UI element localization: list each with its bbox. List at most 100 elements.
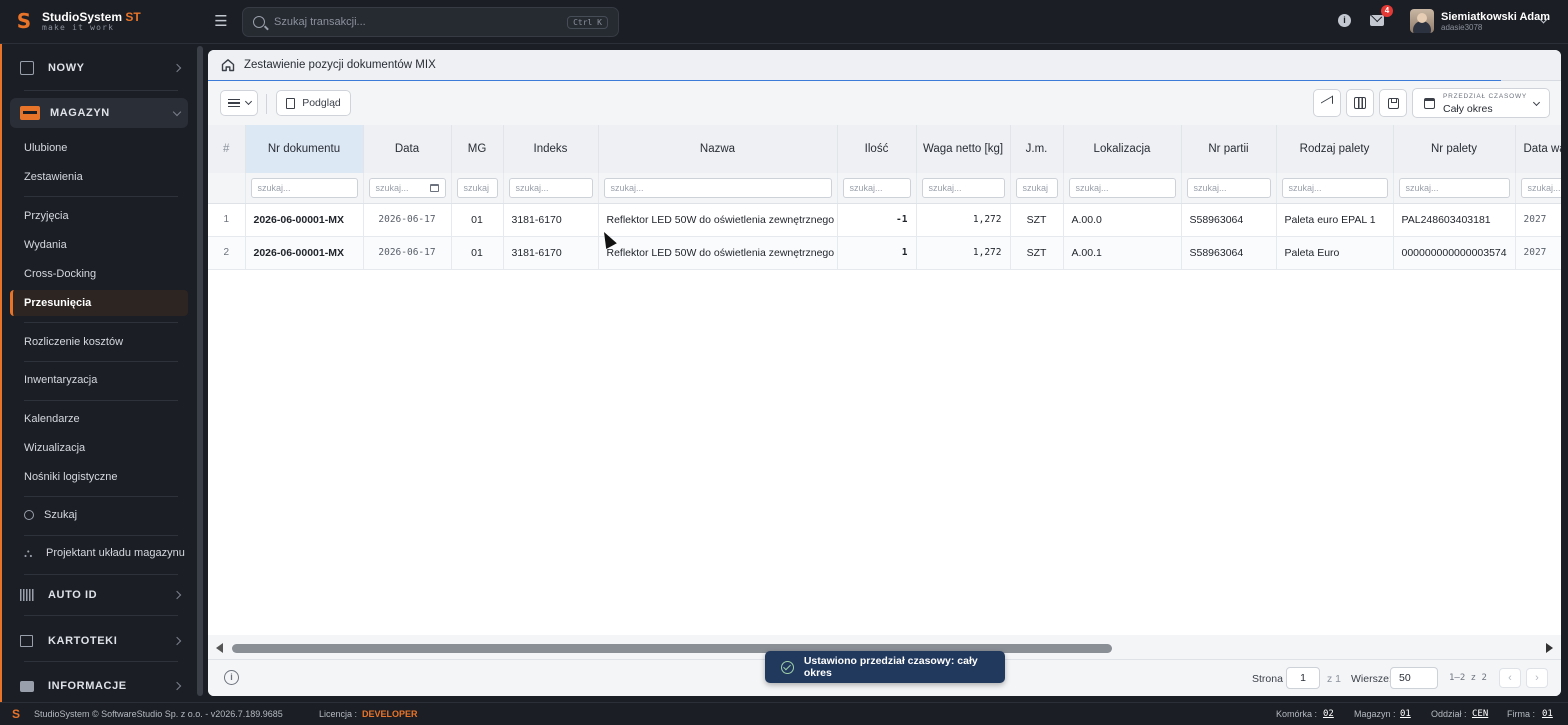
- cell-name: Reflektor LED 50W do oświetlenia zewnętr…: [598, 203, 838, 237]
- info-icon[interactable]: i: [224, 670, 239, 685]
- collapse-sidebar-icon[interactable]: ☰: [212, 13, 230, 31]
- divider: [24, 361, 178, 362]
- filter-input-location[interactable]: szukaj...: [1068, 177, 1176, 198]
- sidebar-section-kartoteki[interactable]: KARTOTEKI: [20, 631, 182, 651]
- sidebar-item-szukaj[interactable]: Szukaj: [24, 509, 77, 521]
- sidebar-item-ulubione[interactable]: Ulubione: [24, 142, 67, 154]
- col-header-date[interactable]: Data: [363, 125, 452, 173]
- scroll-right-icon[interactable]: [1546, 643, 1553, 653]
- filter-input-mg[interactable]: szukaj: [456, 177, 498, 198]
- filter-input-weight[interactable]: szukaj...: [921, 177, 1005, 198]
- mail-badge: 4: [1381, 5, 1393, 17]
- col-header-pallet-no[interactable]: Nr palety: [1393, 125, 1516, 173]
- panel-header: Zestawienie pozycji dokumentów MIX: [208, 50, 1561, 81]
- sidebar-item-przyjecia[interactable]: Przyjęcia: [24, 210, 69, 222]
- calendar-icon[interactable]: [429, 183, 439, 192]
- preview-button[interactable]: Podgląd: [276, 90, 351, 116]
- save-icon: [1387, 97, 1399, 109]
- table-row[interactable]: 2 2026-06-00001-MX 2026-06-17 01 3181-61…: [208, 236, 1561, 270]
- filter-input-date[interactable]: szukaj...: [368, 177, 446, 198]
- divider: [24, 496, 178, 497]
- sidebar-item-projektant[interactable]: ⛬ Projektant układu magazynu: [24, 547, 185, 559]
- col-header-mg[interactable]: MG: [451, 125, 504, 173]
- sidebar-item-inwentaryzacja[interactable]: Inwentaryzacja: [24, 374, 97, 386]
- cell-weight: 1,272: [916, 203, 1011, 237]
- sidebar-section-label: AUTO ID: [48, 589, 98, 601]
- col-header-weight[interactable]: Waga netto [kg]: [916, 125, 1011, 173]
- next-page-button[interactable]: ›: [1526, 668, 1548, 688]
- cell-mg: 01: [451, 236, 504, 270]
- chevron-right-icon: [172, 590, 182, 600]
- col-header-date-w[interactable]: Data wa: [1515, 125, 1561, 173]
- columns-button[interactable]: [1346, 89, 1374, 117]
- col-header-index[interactable]: Indeks: [503, 125, 599, 173]
- studiosystem-mini-logo-icon: S: [12, 707, 21, 721]
- user-name[interactable]: Siemiatkowski Adam: [1441, 11, 1550, 23]
- col-header-batch[interactable]: Nr partii: [1181, 125, 1277, 173]
- filter-input-pallet-type[interactable]: szukaj...: [1281, 177, 1388, 198]
- rows-per-page-select[interactable]: 50: [1390, 667, 1438, 689]
- book-icon: [20, 635, 33, 647]
- sidebar-item-wydania[interactable]: Wydania: [24, 239, 67, 251]
- divider: [24, 615, 178, 616]
- sidebar-section-auto-id[interactable]: AUTO ID: [20, 585, 182, 605]
- divider: [24, 574, 178, 575]
- menu-button[interactable]: [220, 90, 258, 116]
- filter-input-name[interactable]: szukaj...: [603, 177, 832, 198]
- col-header-hash[interactable]: #: [208, 125, 246, 173]
- filter-input-doc[interactable]: szukaj...: [250, 177, 358, 198]
- col-header-unit[interactable]: J.m.: [1010, 125, 1064, 173]
- transaction-search-input[interactable]: Szukaj transakcji... Ctrl K: [242, 7, 619, 37]
- prev-page-button[interactable]: ‹: [1499, 668, 1521, 688]
- cell-row-number: 2: [208, 236, 246, 270]
- save-button[interactable]: [1379, 89, 1407, 117]
- sidebar-item-rozliczenie-kosztow[interactable]: Rozliczenie kosztów: [24, 336, 123, 348]
- chevron-right-icon: [172, 63, 182, 73]
- cell-value[interactable]: 02: [1323, 709, 1334, 719]
- sidebar-section-informacje[interactable]: INFORMACJE: [20, 676, 182, 696]
- table-row[interactable]: 1 2026-06-00001-MX 2026-06-17 01 3181-61…: [208, 203, 1561, 237]
- sidebar-item-wizualizacja[interactable]: Wizualizacja: [24, 442, 85, 454]
- col-header-doc[interactable]: Nr dokumentu: [245, 125, 364, 173]
- col-header-qty[interactable]: Ilość: [837, 125, 917, 173]
- page-of: z 1: [1327, 673, 1342, 685]
- filter-input-pallet-no[interactable]: szukaj...: [1398, 177, 1510, 198]
- scroll-left-icon[interactable]: [216, 643, 223, 653]
- cell-pallet-no: 000000000000003574: [1393, 236, 1516, 270]
- info-icon[interactable]: i: [1338, 14, 1351, 27]
- sidebar-section-label: KARTOTEKI: [48, 635, 118, 647]
- info-card-icon: [20, 680, 34, 692]
- filter-input-batch[interactable]: szukaj...: [1186, 177, 1271, 198]
- logo-suffix: ST: [125, 9, 141, 24]
- period-select[interactable]: PRZEDZIAŁ CZASOWY Cały okres: [1412, 88, 1550, 118]
- sidebar-item-kalendarze[interactable]: Kalendarze: [24, 413, 80, 425]
- col-header-location[interactable]: Lokalizacja: [1063, 125, 1182, 173]
- col-header-name[interactable]: Nazwa: [598, 125, 838, 173]
- filter-input-date-w[interactable]: szukaj...: [1520, 177, 1561, 198]
- app-logo[interactable]: S StudioSystem ST make it work: [14, 8, 141, 34]
- search-icon: [253, 16, 265, 28]
- chart-button[interactable]: [1313, 89, 1341, 117]
- cell-location: A.00.1: [1063, 236, 1182, 270]
- avatar[interactable]: [1410, 9, 1434, 33]
- branch-value[interactable]: CEN: [1472, 709, 1488, 719]
- chevron-down-icon: [244, 97, 252, 106]
- sidebar-scrollbar[interactable]: [197, 46, 203, 696]
- col-header-pallet-type[interactable]: Rodzaj palety: [1276, 125, 1394, 173]
- warehouse-value[interactable]: 01: [1400, 709, 1411, 719]
- toast-notification[interactable]: Ustawiono przedział czasowy: cały okres: [765, 651, 1005, 683]
- filter-input-index[interactable]: szukaj...: [508, 177, 593, 198]
- sidebar-item-nosniki-logistyczne[interactable]: Nośniki logistyczne: [24, 471, 118, 483]
- filter-input-unit[interactable]: szukaj: [1015, 177, 1058, 198]
- sidebar-item-cross-docking[interactable]: Cross-Docking: [24, 268, 96, 280]
- sidebar-section-nowy[interactable]: NOWY: [20, 58, 182, 78]
- home-icon[interactable]: [221, 58, 235, 72]
- filter-input-qty[interactable]: szukaj...: [842, 177, 911, 198]
- sidebar-item-przesuniecia[interactable]: Przesunięcia: [10, 290, 188, 316]
- chevron-right-icon: [172, 636, 182, 646]
- sidebar-section-magazyn[interactable]: MAGAZYN: [10, 98, 188, 128]
- sidebar-item-zestawienia[interactable]: Zestawienia: [24, 171, 83, 183]
- mail-icon[interactable]: [1370, 15, 1384, 26]
- company-value[interactable]: 01: [1542, 709, 1553, 719]
- page-input[interactable]: 1: [1286, 667, 1320, 689]
